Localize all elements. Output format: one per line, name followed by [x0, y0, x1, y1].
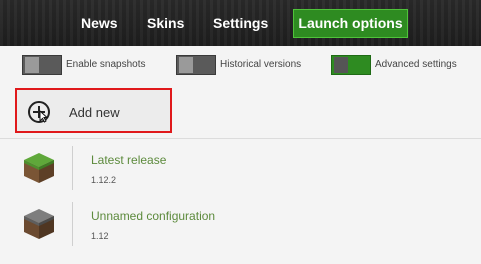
configuration-name[interactable]: Latest release	[91, 153, 166, 167]
configuration-item[interactable]: Unnamed configuration 1.12	[0, 196, 481, 252]
add-new-label: Add new	[69, 105, 120, 120]
nav-launch-options[interactable]: Launch options	[293, 9, 408, 38]
add-new-button[interactable]: Add new	[15, 88, 172, 133]
divider	[0, 138, 481, 139]
toggle-knob	[25, 57, 39, 73]
historical-versions-label: Historical versions	[220, 59, 302, 70]
toggle-knob	[334, 57, 348, 73]
nav-settings[interactable]: Settings	[213, 0, 268, 46]
configuration-version: 1.12	[91, 231, 109, 241]
enable-snapshots-label: Enable snapshots	[66, 59, 146, 70]
add-icon	[28, 101, 50, 123]
grass-block-icon	[24, 153, 54, 183]
nav-news[interactable]: News	[81, 0, 118, 46]
historical-versions-toggle[interactable]	[176, 55, 216, 75]
toggle-knob	[179, 57, 193, 73]
dirt-block-icon	[24, 209, 54, 239]
nav-skins[interactable]: Skins	[147, 0, 184, 46]
advanced-settings-toggle[interactable]	[331, 55, 371, 75]
vertical-separator	[72, 202, 73, 246]
advanced-settings-label: Advanced settings	[375, 59, 457, 70]
configuration-name[interactable]: Unnamed configuration	[91, 209, 215, 223]
enable-snapshots-toggle[interactable]	[22, 55, 62, 75]
top-navigation-bar: News Skins Settings Launch options	[0, 0, 481, 46]
configuration-version: 1.12.2	[91, 175, 117, 185]
vertical-separator	[72, 146, 73, 190]
configuration-item[interactable]: Latest release 1.12.2	[0, 140, 481, 196]
options-row: Enable snapshots Historical versions Adv…	[0, 46, 481, 84]
